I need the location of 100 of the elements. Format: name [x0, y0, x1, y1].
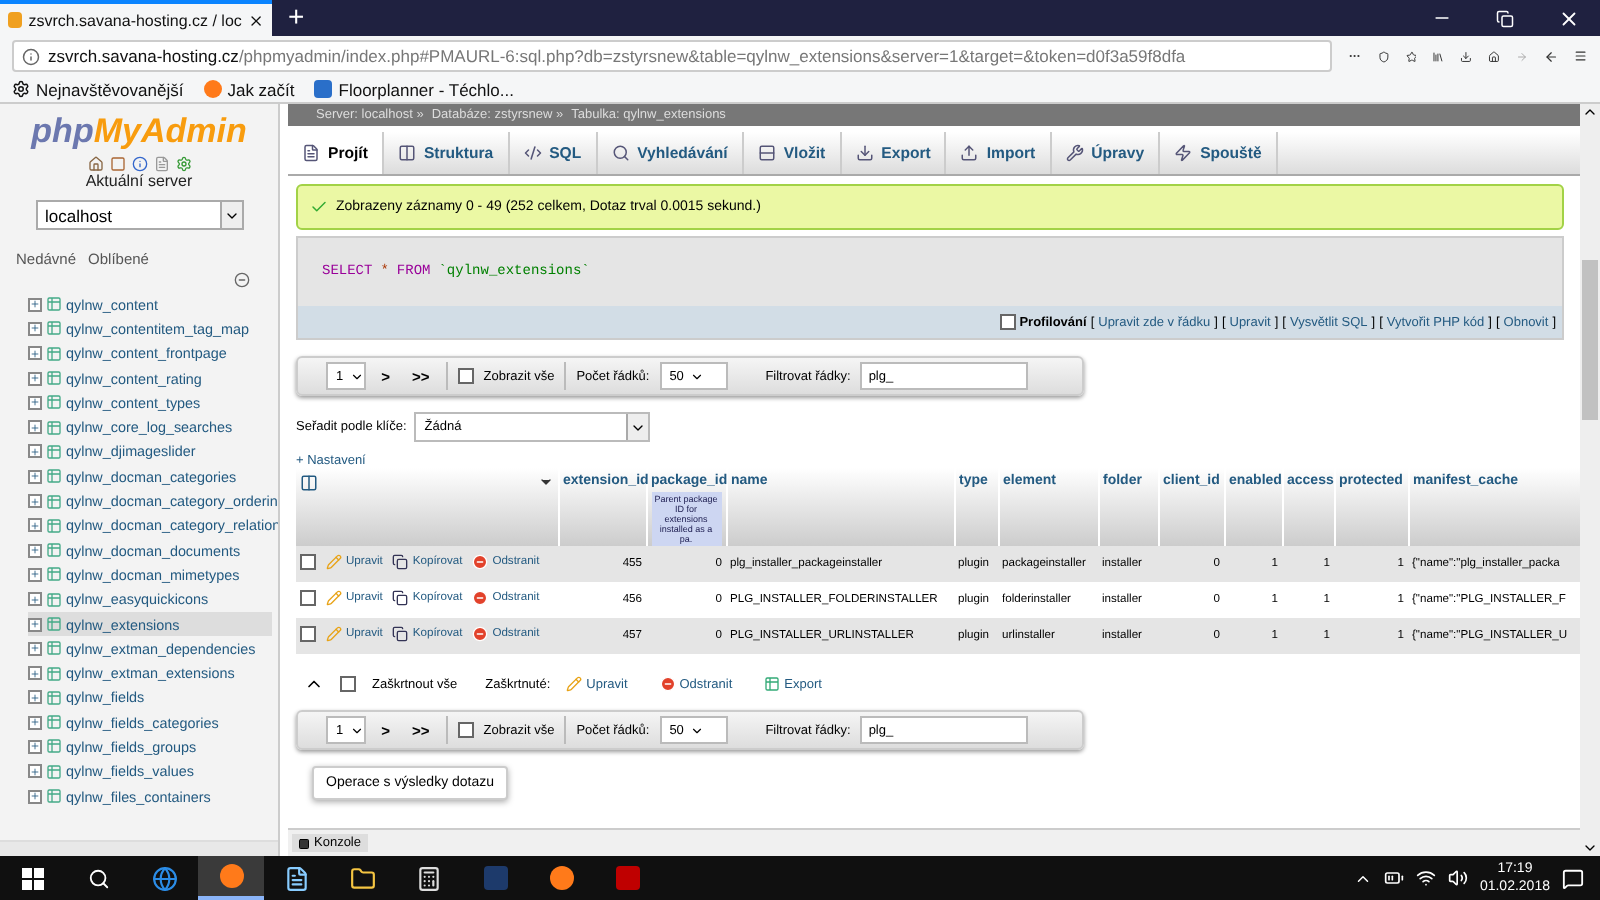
expand-icon[interactable]	[28, 395, 42, 410]
expand-icon[interactable]	[28, 543, 42, 558]
expand-icon[interactable]	[28, 346, 42, 361]
close-icon[interactable]	[247, 11, 264, 29]
pencil-icon	[326, 590, 342, 606]
expand-icon[interactable]	[28, 494, 42, 509]
checkbox[interactable]	[999, 314, 1016, 330]
copy-icon	[392, 554, 409, 570]
table-icon	[46, 517, 62, 534]
bookmark[interactable]: Floorplanner - Téchlo...	[314, 79, 514, 99]
copy-icon	[392, 590, 409, 606]
new-tab-button[interactable]: +	[272, 0, 321, 36]
home-icon[interactable]	[87, 156, 103, 172]
download-icon[interactable]	[1460, 47, 1473, 65]
url-text: zsvrch.savana-hosting.cz/phpmyadmin/index.php#PMAURL-6:sql.php?db=zstyrsnew&table=qylnw_extensions&server=1&target=&token=d0f3a59f8dfa	[48, 46, 1186, 66]
star-icon[interactable]	[1405, 47, 1417, 65]
scroll-down-icon[interactable]	[1582, 840, 1598, 856]
firefox-icon	[219, 864, 243, 888]
table-icon	[46, 419, 62, 436]
firefox-icon	[549, 866, 573, 890]
tab-icon	[1065, 144, 1084, 162]
bookmark[interactable]: Nejnavštěvovanější	[12, 79, 184, 99]
address-field[interactable]: zsvrch.savana-hosting.cz/phpmyadmin/index.php#PMAURL-6:sql.php?db=zstyrsnew&table=qylnw_extensions&server=1&target=&token=d0f3a59f8dfa	[12, 40, 1332, 72]
table-icon	[46, 763, 62, 780]
scroll-up-icon[interactable]	[1582, 104, 1598, 120]
expand-icon[interactable]	[28, 567, 42, 582]
checkbox[interactable]	[340, 676, 356, 692]
home-icon[interactable]	[1488, 47, 1501, 65]
site-icon	[8, 12, 23, 28]
logo: phpMyAdmin	[28, 110, 249, 152]
table-icon	[46, 296, 62, 313]
menu-icon[interactable]	[1574, 46, 1588, 66]
expand-icon[interactable]	[28, 739, 42, 754]
expand-icon[interactable]	[28, 666, 42, 681]
scrollbar[interactable]	[0, 840, 278, 856]
table-icon	[46, 640, 62, 657]
checkbox[interactable]	[457, 368, 474, 384]
console-icon	[298, 837, 310, 849]
table-icon	[46, 542, 62, 559]
table-icon	[46, 370, 62, 387]
checkbox[interactable]	[457, 722, 474, 738]
search-icon	[88, 867, 110, 889]
caret-icon	[349, 369, 364, 383]
table-icon	[46, 738, 62, 755]
expand-icon[interactable]	[28, 592, 42, 607]
app-icon	[615, 866, 639, 890]
table-icon	[46, 493, 62, 510]
library-icon[interactable]	[1432, 47, 1445, 65]
restore-icon[interactable]	[1496, 9, 1514, 27]
browser-tab[interactable]: zsvrch.savana-hosting.cz / loc	[0, 0, 272, 36]
expand-icon[interactable]	[28, 297, 42, 312]
table-icon	[46, 714, 62, 731]
table-icon	[46, 665, 62, 682]
expand-icon[interactable]	[28, 371, 42, 386]
help-icon[interactable]	[131, 156, 147, 172]
dropdown-icon[interactable]	[537, 474, 553, 490]
expand-icon[interactable]	[28, 690, 42, 705]
table-icon	[46, 689, 62, 706]
tab-title: zsvrch.savana-hosting.cz / loc	[28, 11, 242, 29]
expand-icon[interactable]	[28, 518, 42, 533]
pencil-icon	[326, 626, 342, 642]
server-select[interactable]: localhost	[35, 200, 243, 230]
tab-icon	[855, 144, 874, 162]
table-icon	[46, 566, 62, 583]
column-resize-icon[interactable]	[300, 474, 318, 492]
tab-icon	[1174, 144, 1193, 162]
collapse-icon[interactable]	[234, 272, 250, 288]
calculator-icon	[416, 865, 442, 891]
expand-icon[interactable]	[28, 764, 42, 779]
close-icon[interactable]	[1558, 7, 1580, 29]
expand-icon[interactable]	[28, 444, 42, 459]
delete-icon	[472, 590, 489, 606]
expand-icon[interactable]	[28, 617, 42, 631]
tab-icon	[757, 144, 776, 162]
notepad-icon	[284, 865, 310, 891]
expand-icon[interactable]	[28, 469, 42, 484]
check-icon	[310, 198, 328, 216]
server-label: Aktuální server	[83, 172, 195, 190]
settings-icon[interactable]	[175, 156, 191, 172]
scrollbar-thumb[interactable]	[1582, 260, 1598, 420]
expand-icon[interactable]	[28, 715, 42, 730]
checkbox[interactable]	[300, 626, 316, 642]
expand-icon[interactable]	[28, 420, 42, 435]
table-icon	[46, 468, 62, 485]
bookmark[interactable]: Jak začít	[203, 79, 295, 99]
caret-icon	[349, 723, 364, 737]
checkbox[interactable]	[300, 554, 316, 570]
caret-icon	[689, 723, 704, 737]
checkbox[interactable]	[300, 590, 316, 606]
expand-icon[interactable]	[28, 789, 42, 804]
table-icon	[46, 320, 62, 337]
info-icon	[22, 47, 40, 65]
delete-icon	[659, 676, 676, 692]
wifi-icon	[1415, 868, 1436, 888]
tab-icon	[960, 144, 979, 162]
table-icon	[46, 443, 62, 460]
document-icon[interactable]	[153, 156, 169, 172]
notification-icon[interactable]	[1562, 867, 1584, 889]
expand-icon[interactable]	[28, 321, 42, 336]
expand-icon[interactable]	[28, 641, 42, 656]
